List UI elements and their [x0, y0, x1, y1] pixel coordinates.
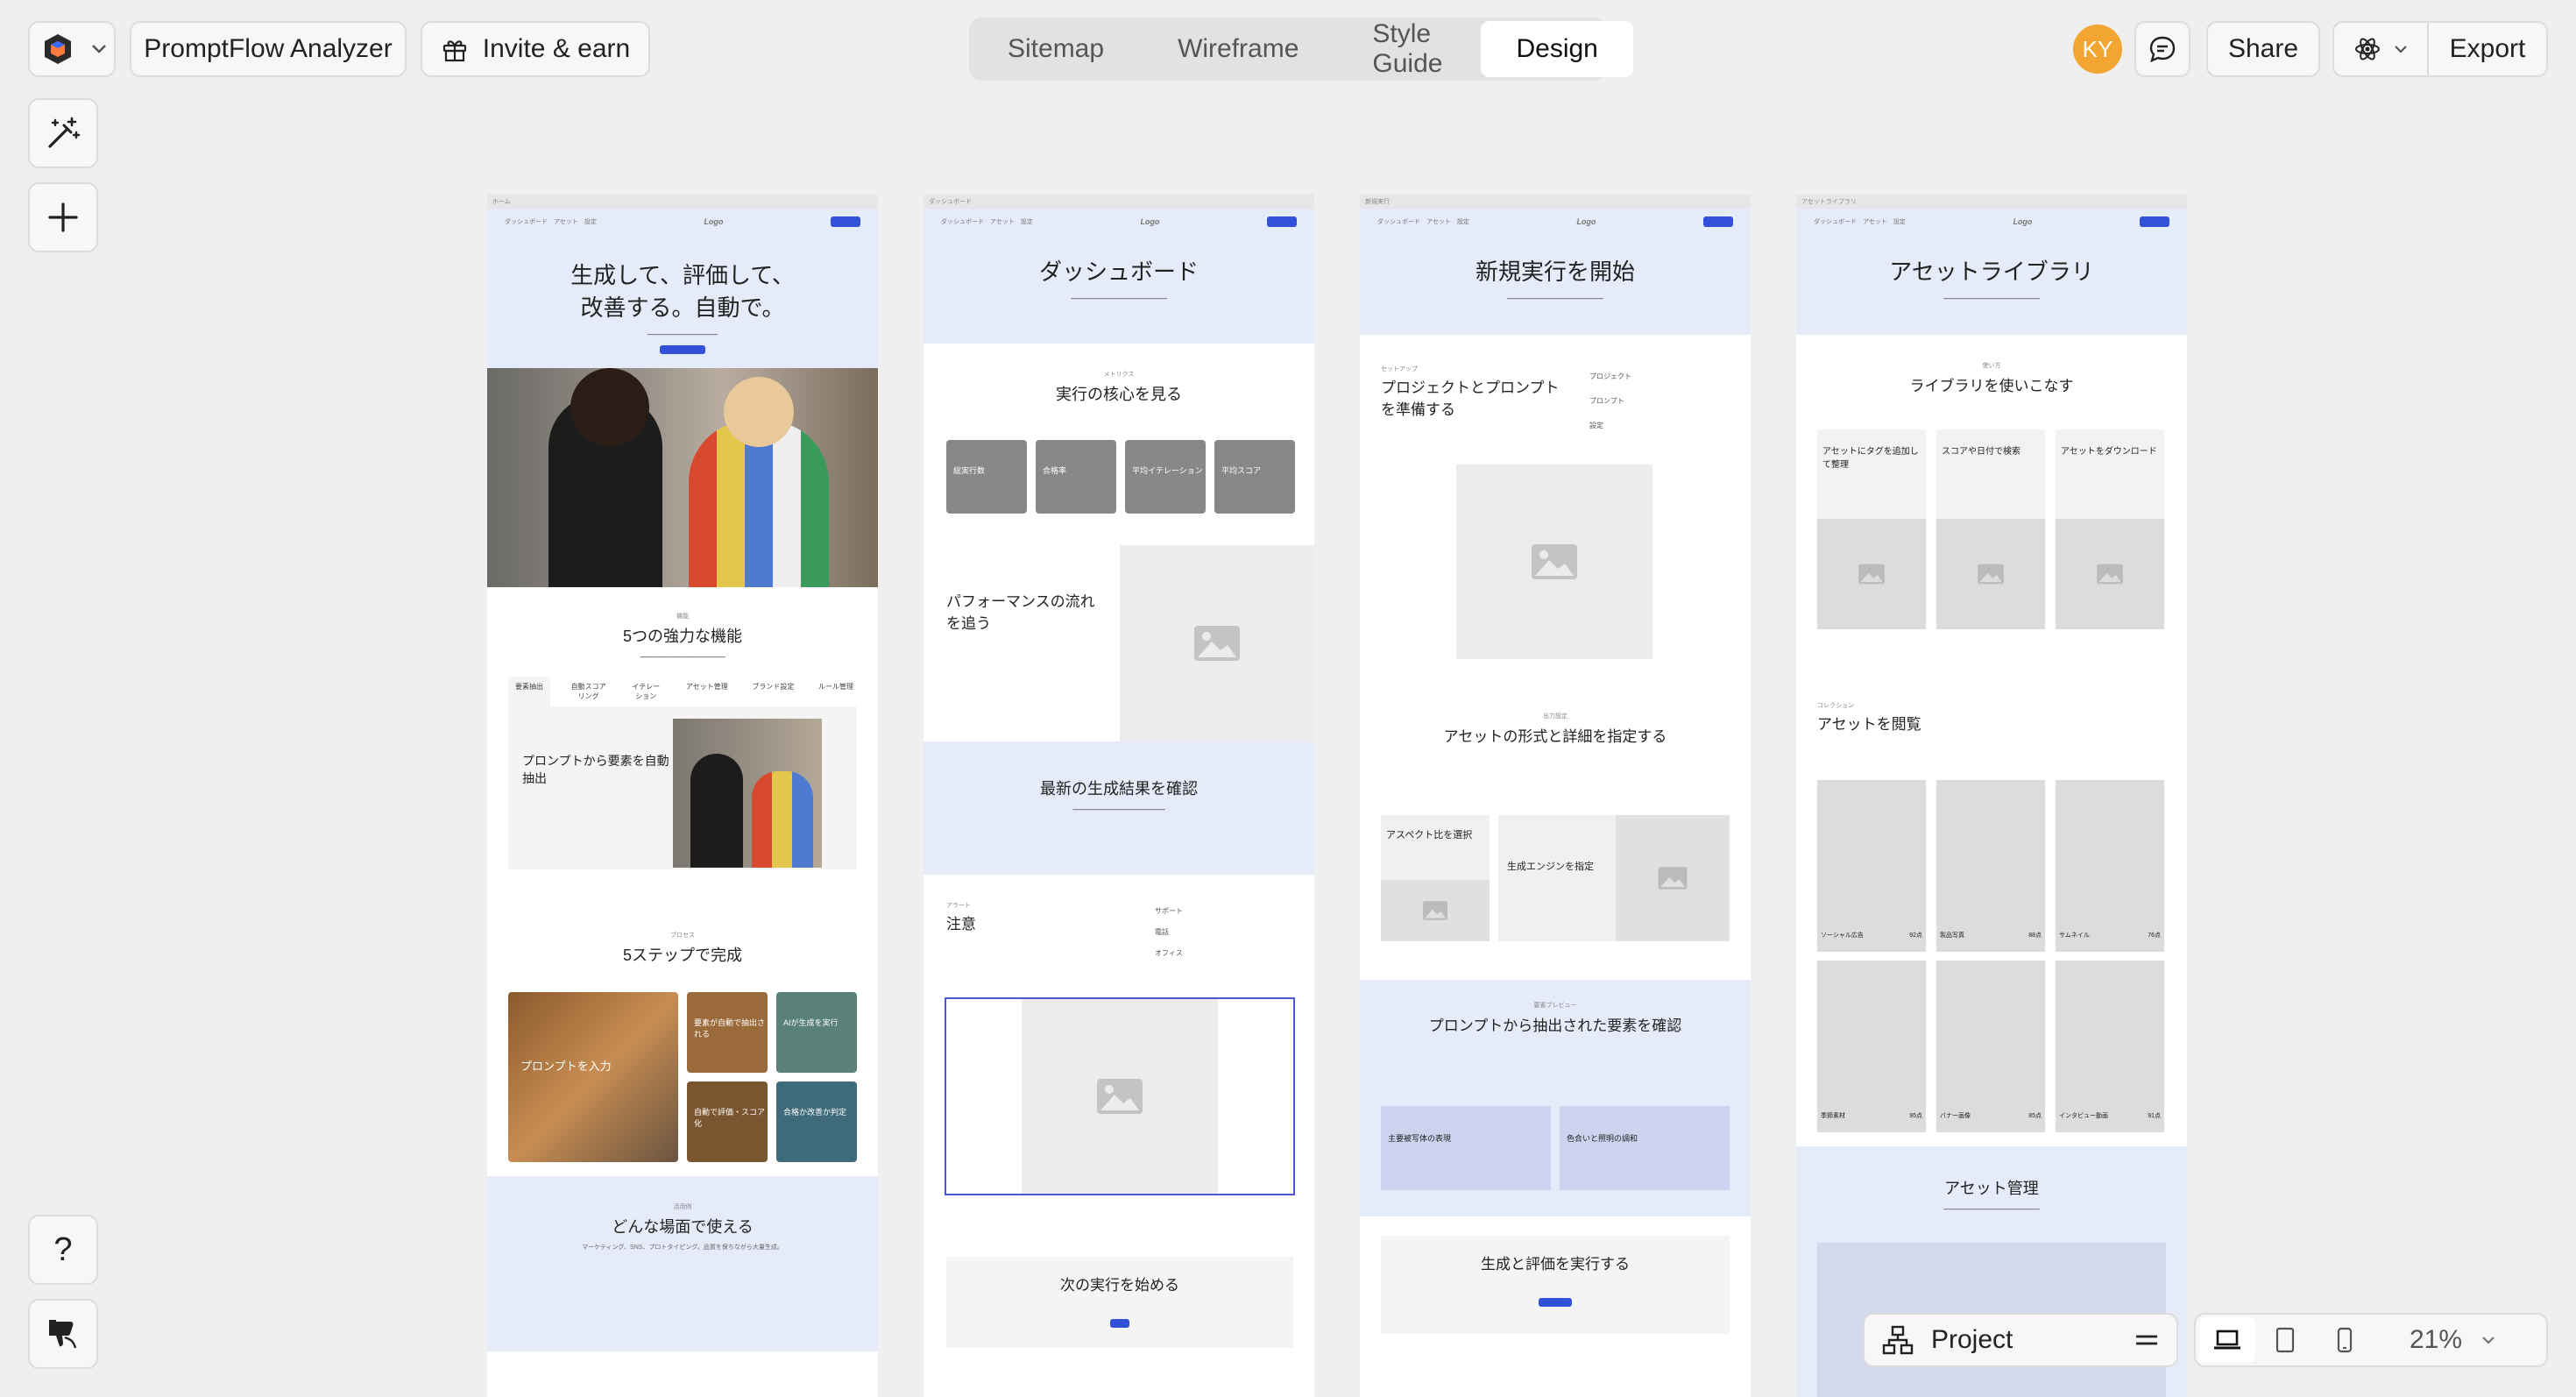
chevron-down-icon	[2395, 46, 2407, 53]
tablet-icon	[2275, 1327, 2295, 1353]
selected-image-block[interactable]	[945, 997, 1295, 1195]
features-title: 5つの強力な機能	[622, 628, 742, 645]
tab-wireframe[interactable]: Wireframe	[1143, 21, 1334, 77]
magic-wand-icon	[48, 117, 81, 148]
frame-new-run[interactable]: 新規実行 ダッシュボード アセット 設定 Logo 新規実行を開始 ━━━━━━━…	[1360, 195, 1751, 1397]
share-button[interactable]: Share	[2206, 21, 2320, 77]
image-placeholder-icon	[1194, 626, 1240, 661]
image-placeholder-icon	[1532, 544, 1577, 579]
chevron-down-icon	[2482, 1337, 2495, 1344]
help-label: ?	[53, 1230, 73, 1268]
project-name-button[interactable]: PromptFlow Analyzer	[130, 21, 407, 77]
laptop-icon	[2214, 1330, 2240, 1350]
desktop-view-button[interactable]	[2199, 1317, 2255, 1363]
sitemap-icon	[1882, 1325, 1914, 1355]
framework-menu-button[interactable]	[2334, 23, 2429, 75]
invite-earn-button[interactable]: Invite & earn	[421, 21, 650, 77]
zoom-dropdown[interactable]: 21%	[2410, 1325, 2495, 1355]
gift-icon	[442, 40, 466, 62]
tab-sitemap[interactable]: Sitemap	[973, 21, 1139, 77]
add-button[interactable]	[28, 182, 98, 252]
app-menu-button[interactable]	[28, 21, 116, 77]
menu-lines-icon	[2136, 1335, 2157, 1345]
export-label: Export	[2449, 34, 2526, 63]
feature-card: プロンプトから要素を自動抽出	[508, 706, 857, 869]
features-section: 機能 5つの強力な機能 ━━━━━━━━━━━━━━━━━━━━━━━ 要素抽出…	[487, 587, 878, 869]
logo: Logo	[704, 217, 724, 226]
usecase-title: どんな場面で使える	[612, 1218, 754, 1236]
tab-design[interactable]: Design	[1481, 21, 1633, 77]
view-tabs: Sitemap Wireframe Style Guide Design	[969, 18, 1633, 81]
comments-button[interactable]	[2134, 21, 2190, 77]
image-placeholder-icon	[1097, 1079, 1143, 1114]
phone-icon	[2337, 1327, 2353, 1353]
react-atom-icon	[2355, 38, 2380, 60]
frame-title: ホーム	[487, 195, 878, 209]
dashboard-title: ダッシュボード	[1038, 259, 1199, 285]
device-switcher: 21%	[2194, 1313, 2548, 1367]
avatar-initials: KY	[2082, 35, 2113, 62]
zoom-value: 21%	[2410, 1325, 2463, 1354]
plus-icon	[48, 202, 78, 232]
thumbs-down-icon	[49, 1320, 77, 1349]
export-button[interactable]: Export	[2429, 23, 2546, 75]
invite-label: Invite & earn	[482, 34, 631, 63]
frame-home[interactable]: ホーム ダッシュボード アセット 設定 Logo 生成して、評価して、 改善する。…	[487, 195, 878, 1397]
usecase-section: 活用例 どんな場面で使える マーケティング、SNS、プロトタイピング。品質を保ち…	[487, 1176, 878, 1351]
steps-title: 5ステップで完成	[622, 947, 742, 964]
hero-photo	[487, 368, 878, 587]
feedback-button[interactable]	[28, 1299, 98, 1369]
tablet-view-button[interactable]	[2255, 1317, 2315, 1363]
mobile-view-button[interactable]	[2315, 1317, 2374, 1363]
frame-nav: ダッシュボード アセット 設定 Logo	[487, 209, 878, 235]
export-group: Export	[2332, 21, 2548, 77]
project-panel-button[interactable]: Project	[1863, 1313, 2178, 1367]
steps-section: プロセス 5ステップで完成 プロンプトを入力 要素が自動で抽出される AIが生成…	[487, 869, 878, 1176]
home-hero: ダッシュボード アセット 設定 Logo 生成して、評価して、 改善する。自動で。…	[487, 209, 878, 368]
avatar[interactable]: KY	[2073, 25, 2122, 74]
cube-logo-icon	[45, 34, 71, 64]
hero-title-2: 改善する。自動で。	[580, 294, 785, 321]
help-button[interactable]: ?	[28, 1215, 98, 1285]
project-label: Project	[1931, 1325, 2013, 1354]
newrun-title: 新規実行を開始	[1475, 259, 1635, 285]
chevron-down-icon	[92, 45, 106, 53]
library-title: アセットライブラリ	[1889, 259, 2094, 285]
chat-bubble-icon	[2149, 36, 2176, 63]
feature-tabs: 要素抽出 自動スコアリング イテレーション アセット管理 ブランド設定 ルール管…	[508, 677, 857, 706]
hero-cta[interactable]	[660, 345, 705, 354]
image-placeholder	[1120, 545, 1314, 741]
tab-style-guide[interactable]: Style Guide	[1337, 19, 1477, 78]
frame-asset-library[interactable]: アセットライブラリ ダッシュボード アセット 設定 Logo アセットライブラリ …	[1796, 195, 2187, 1397]
project-name: PromptFlow Analyzer	[144, 34, 393, 63]
ai-edit-button[interactable]	[28, 98, 98, 168]
hero-title-1: 生成して、評価して、	[570, 262, 795, 288]
share-label: Share	[2227, 34, 2299, 63]
frame-dashboard[interactable]: ダッシュボード ダッシュボード アセット 設定 Logo ダッシュボード ━━━━…	[924, 195, 1314, 1397]
